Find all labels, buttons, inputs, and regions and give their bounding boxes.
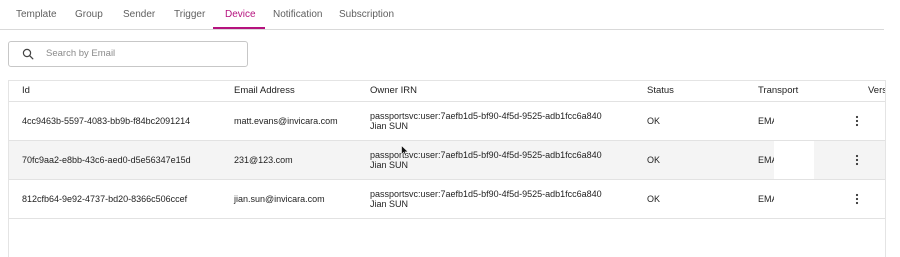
table-header-row: Id Email Address Owner IRN Status Transp… (9, 81, 885, 102)
tab-sender[interactable]: Sender (123, 0, 155, 28)
email-cell: jian.sun@invicara.com (234, 194, 325, 204)
owner-irn-text: passportsvc:user:7aefb1d5-bf90-4f5d-9525… (370, 189, 602, 199)
owner-name-text: Jian SUN (370, 160, 409, 170)
column-header-version[interactable]: Vers (868, 81, 885, 101)
table-row[interactable]: 812cfb64-9e92-4737-bd20-8366c506ccef jia… (9, 180, 885, 219)
column-header-email[interactable]: Email Address (234, 81, 295, 101)
device-id-cell: 4cc9463b-5597-4083-bb9b-f84bc2091214 (22, 116, 191, 126)
tab-subscription[interactable]: Subscription (339, 0, 394, 28)
tab-notification[interactable]: Notification (273, 0, 322, 28)
owner-name-text: Jian SUN (370, 121, 409, 131)
column-header-status[interactable]: Status (647, 81, 674, 101)
mouse-pointer-icon (401, 145, 409, 157)
owner-irn-text: passportsvc:user:7aefb1d5-bf90-4f5d-9525… (370, 111, 602, 121)
search-placeholder: Search by Email (46, 48, 116, 59)
column-header-id[interactable]: Id (22, 81, 30, 101)
table-row[interactable]: 4cc9463b-5597-4083-bb9b-f84bc2091214 mat… (9, 102, 885, 141)
email-cell: 231@123.com (234, 155, 293, 165)
owner-irn-cell: passportsvc:user:7aefb1d5-bf90-4f5d-9525… (370, 111, 602, 131)
status-cell: OK (647, 155, 661, 165)
tab-template[interactable]: Template (16, 0, 57, 28)
tab-device[interactable]: Device (225, 0, 256, 28)
more-vertical-icon[interactable] (853, 193, 861, 205)
owner-irn-cell: passportsvc:user:7aefb1d5-bf90-4f5d-9525… (370, 189, 602, 209)
tab-group[interactable]: Group (75, 0, 103, 28)
device-id-cell: 812cfb64-9e92-4737-bd20-8366c506ccef (22, 194, 188, 204)
device-id-cell: 70fc9aa2-e8bb-43c6-aed0-d5e56347e15d (22, 155, 191, 165)
owner-name-text: Jian SUN (370, 199, 409, 209)
status-cell: OK (647, 194, 661, 204)
tab-bar: Template Group Sender Trigger Device Not… (0, 0, 884, 30)
cell-mask (774, 102, 814, 140)
column-header-owner-irn[interactable]: Owner IRN (370, 81, 417, 101)
cell-mask (774, 180, 814, 218)
table-row[interactable]: 70fc9aa2-e8bb-43c6-aed0-d5e56347e15d 231… (9, 141, 885, 180)
search-input[interactable]: Search by Email (8, 41, 248, 67)
column-header-transport[interactable]: Transport (758, 81, 798, 101)
transport-cell: EMAIL (758, 155, 774, 165)
transport-cell: EMAIL (758, 194, 774, 204)
status-cell: OK (647, 116, 661, 126)
more-vertical-icon[interactable] (853, 154, 861, 166)
tab-trigger[interactable]: Trigger (174, 0, 205, 28)
email-cell: matt.evans@invicara.com (234, 116, 338, 126)
search-icon (22, 48, 34, 60)
transport-cell: EMAIL (758, 116, 774, 126)
more-vertical-icon[interactable] (853, 115, 861, 127)
device-table: Id Email Address Owner IRN Status Transp… (8, 80, 886, 257)
active-tab-indicator (213, 27, 265, 29)
cell-mask (774, 141, 814, 179)
